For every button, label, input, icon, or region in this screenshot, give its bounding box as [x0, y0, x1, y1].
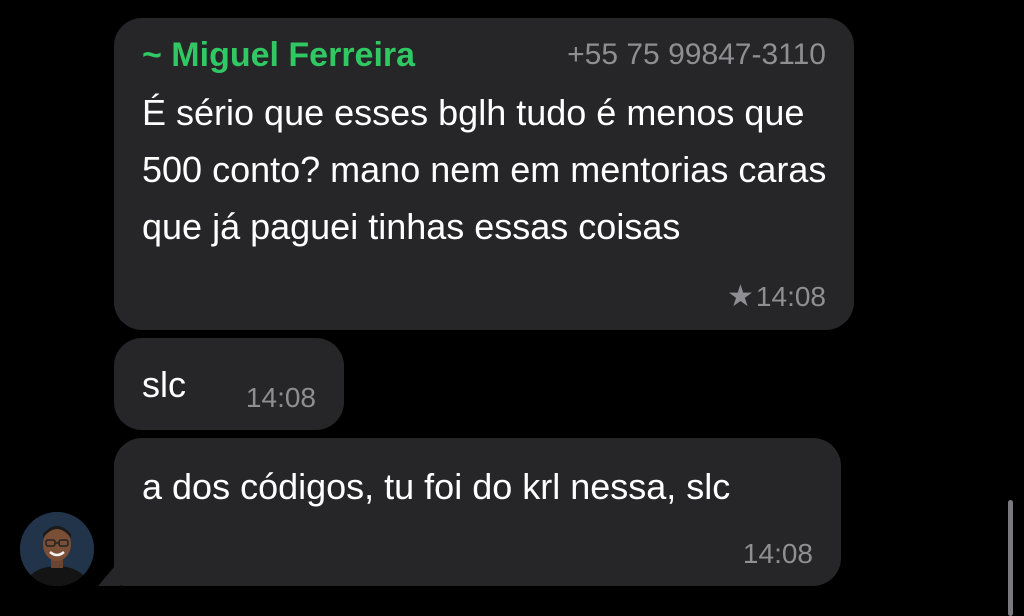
sender-phone: +55 75 99847-3110	[567, 38, 826, 71]
bubble-tail	[98, 560, 120, 586]
scrollbar[interactable]	[1008, 500, 1013, 616]
message-time: 14:08	[742, 538, 813, 569]
sender-name[interactable]: ~ Miguel Ferreira	[142, 36, 415, 75]
message-time: 14:08	[245, 382, 316, 413]
message-meta: 14:08	[743, 538, 813, 570]
message-meta: 14:08	[246, 382, 316, 414]
star-icon: ★	[727, 280, 754, 313]
avatar[interactable]	[20, 512, 94, 586]
message-text: É sério que esses bglh tudo é menos que …	[142, 92, 827, 247]
message-text: slc	[142, 364, 186, 405]
message-bubble[interactable]: a dos códigos, tu foi do krl nessa, slc …	[114, 438, 841, 586]
avatar-photo	[20, 512, 94, 586]
message-time: 14:08	[755, 280, 826, 312]
chat-view: ~ Miguel Ferreira +55 75 99847-3110 É sé…	[0, 0, 1024, 616]
message-bubble[interactable]: slc 14:08	[114, 338, 344, 430]
message-bubble[interactable]: ~ Miguel Ferreira +55 75 99847-3110 É sé…	[114, 18, 854, 330]
message-meta: ★ 14:08	[727, 279, 826, 314]
message-text: a dos códigos, tu foi do krl nessa, slc	[142, 466, 731, 507]
